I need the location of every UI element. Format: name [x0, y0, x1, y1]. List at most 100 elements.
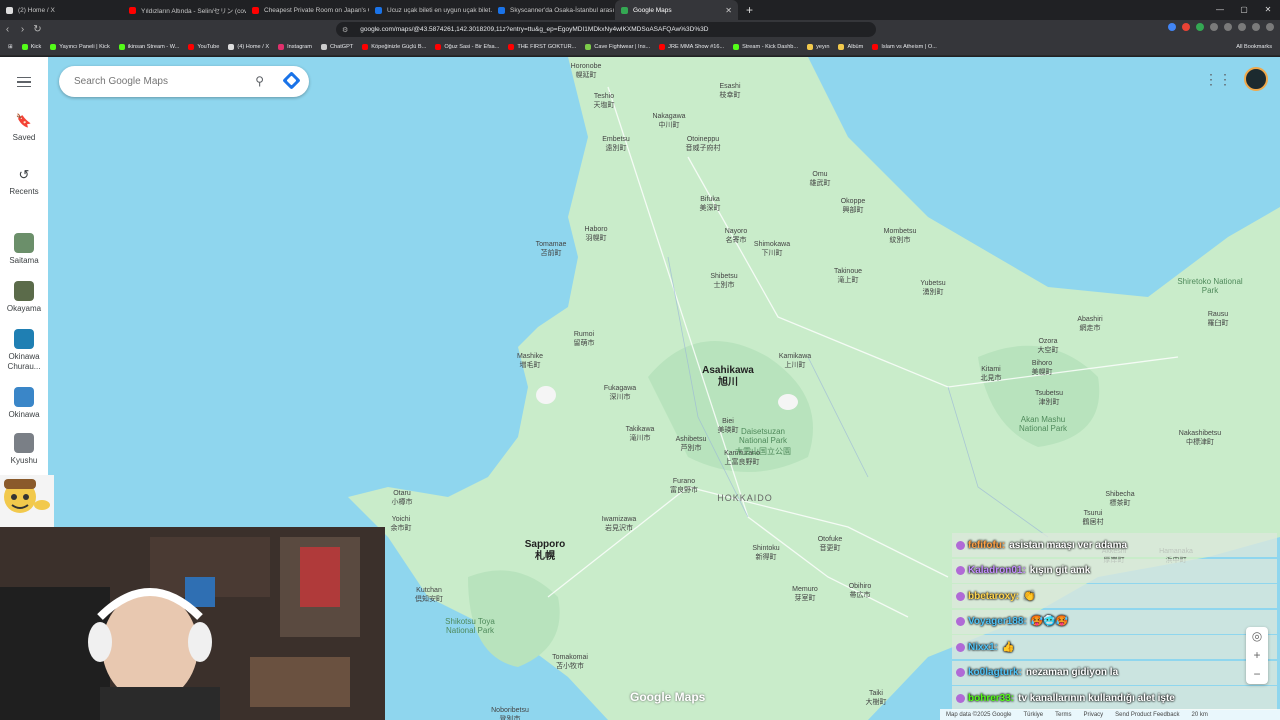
- map-place-label[interactable]: Otaru 小樽市: [392, 489, 413, 507]
- browser-tab[interactable]: (2) Home / X: [0, 0, 123, 20]
- site-info-icon[interactable]: ⚙: [342, 26, 348, 34]
- new-tab-icon[interactable]: +: [746, 3, 753, 17]
- maximize-icon[interactable]: ▢: [1232, 0, 1256, 20]
- map-place-label[interactable]: Nakashibetsu 中標津町: [1179, 429, 1221, 447]
- map-place-label[interactable]: Taiki 大樹町: [866, 689, 887, 707]
- sidebar-item[interactable]: Saitama: [0, 233, 48, 266]
- extension-icon[interactable]: [1182, 23, 1190, 31]
- attribution-link[interactable]: Türkiye: [1023, 712, 1043, 718]
- reload-icon[interactable]: ↻: [30, 24, 45, 35]
- forward-icon[interactable]: ›: [15, 24, 30, 35]
- map-place-label[interactable]: Shibetsu 士別市: [710, 272, 737, 290]
- attribution-link[interactable]: Send Product Feedback: [1115, 712, 1179, 718]
- map-place-label[interactable]: Shintoku 新得町: [752, 544, 779, 562]
- sidebar-item[interactable]: Kyushu: [0, 433, 48, 466]
- map-place-label[interactable]: Takikawa 滝川市: [626, 425, 655, 443]
- map-place-label[interactable]: Shibecha 標茶町: [1105, 490, 1134, 508]
- zoom-out-button[interactable]: −: [1246, 665, 1268, 684]
- map-place-label[interactable]: Kamikawa 上川町: [779, 352, 811, 370]
- map-place-label[interactable]: Okoppe 興部町: [841, 197, 866, 215]
- extension-icon[interactable]: [1210, 23, 1218, 31]
- bookmark-item[interactable]: Köpeğinizle Güçlü B...: [362, 44, 426, 50]
- bookmark-item[interactable]: Islam vs Atheism | O...: [872, 44, 937, 50]
- map-place-label[interactable]: Abashiri 網走市: [1077, 315, 1102, 333]
- sidebar-item[interactable]: ↺ Recents: [0, 167, 48, 197]
- bookmark-item[interactable]: Kick: [21, 44, 41, 50]
- bookmark-item[interactable]: ikinsan Stream - W...: [118, 44, 179, 50]
- directions-icon[interactable]: [282, 71, 301, 90]
- map-park-label[interactable]: Shiretoko National Park: [1175, 277, 1245, 295]
- bookmark-item[interactable]: ChatGPT: [320, 44, 353, 50]
- bookmark-item[interactable]: (4) Home / X: [228, 44, 269, 50]
- map-place-label[interactable]: Kutchan 倶知安町: [415, 586, 443, 604]
- extension-icon[interactable]: [1196, 23, 1204, 31]
- map-place-label[interactable]: Omu 雄武町: [810, 170, 831, 188]
- url-text[interactable]: google.com/maps/@43.5874261,142.3018209,…: [360, 26, 708, 33]
- map-place-label[interactable]: Nayoro 名寄市: [725, 227, 748, 245]
- sidebar-item[interactable]: Okinawa: [0, 387, 48, 420]
- map-city-label[interactable]: Sapporo 札幌: [525, 539, 566, 563]
- map-place-label[interactable]: Embetsu 遠別町: [602, 135, 630, 153]
- bookmark-item[interactable]: YouTube: [188, 44, 219, 50]
- browser-tab[interactable]: Yıldızların Altında - Selin/セリン (cover): [123, 0, 246, 20]
- attribution-link[interactable]: Map data ©2025 Google: [946, 712, 1011, 718]
- sidebar-item[interactable]: 🔖 Saved: [0, 113, 48, 143]
- map-place-label[interactable]: Shimokawa 下川町: [754, 240, 790, 258]
- map-place-label[interactable]: Rumoi 留萌市: [574, 330, 595, 348]
- map-place-label[interactable]: Furano 富良野市: [670, 477, 698, 495]
- extension-icon[interactable]: [1224, 23, 1232, 31]
- zoom-in-button[interactable]: +: [1246, 646, 1268, 665]
- sidebar-item[interactable]: Okinawa Churau...: [0, 329, 48, 372]
- bookmark-item[interactable]: THE FIRST GOKTUR...: [508, 44, 576, 50]
- attribution-link[interactable]: Terms: [1055, 712, 1071, 718]
- extension-icon[interactable]: [1266, 23, 1274, 31]
- search-icon[interactable]: ⚲: [255, 74, 264, 88]
- menu-icon[interactable]: [17, 77, 31, 87]
- url-omnibox[interactable]: ⚙ google.com/maps/@43.5874261,142.301820…: [336, 22, 876, 37]
- minimize-icon[interactable]: —: [1208, 0, 1232, 20]
- map-place-label[interactable]: Iwamizawa 岩見沢市: [602, 515, 637, 533]
- map-place-label[interactable]: Ashibetsu 芦別市: [676, 435, 707, 453]
- close-window-icon[interactable]: ✕: [1256, 0, 1280, 20]
- sidebar-item[interactable]: Okayama: [0, 281, 48, 314]
- back-icon[interactable]: ‹: [0, 24, 15, 35]
- map-place-label[interactable]: Ozora 大空町: [1038, 337, 1059, 355]
- browser-tab[interactable]: Ucuz uçak bileti en uygun uçak bilet...: [369, 0, 492, 20]
- map-place-label[interactable]: Tomamae 苫前町: [536, 240, 567, 258]
- bookmarks-apps-icon[interactable]: ⊞: [8, 44, 13, 50]
- account-avatar[interactable]: [1244, 67, 1268, 91]
- map-place-label[interactable]: Haboro 羽幌町: [585, 225, 608, 243]
- apps-grid-icon[interactable]: ⋮⋮: [1204, 71, 1232, 88]
- map-place-label[interactable]: Memuro 芽室町: [792, 585, 818, 603]
- map-place-label[interactable]: Noboribetsu 登別市: [491, 706, 529, 720]
- bookmark-item[interactable]: yeyın: [807, 44, 829, 50]
- map-place-label[interactable]: Kitami 北見市: [981, 365, 1002, 383]
- map-place-label[interactable]: Bihoro 美幌町: [1032, 359, 1053, 377]
- map-place-label[interactable]: Yubetsu 湧別町: [920, 279, 945, 297]
- map-city-label[interactable]: Asahikawa 旭川: [702, 365, 754, 389]
- bookmark-item[interactable]: JRE MMA Show #16...: [659, 44, 724, 50]
- map-park-label[interactable]: Daisetsuzan National Park: [728, 427, 798, 445]
- map-place-label[interactable]: Esashi 枝幸町: [719, 82, 740, 100]
- browser-tab[interactable]: Cheapest Private Room on Japan's C...: [246, 0, 369, 20]
- map-place-label[interactable]: Mashike 増毛町: [517, 352, 543, 370]
- map-park-label[interactable]: Akan Mashu National Park: [1008, 415, 1078, 433]
- extension-icon[interactable]: [1238, 23, 1246, 31]
- map-place-label[interactable]: Otofuke 音更町: [818, 535, 843, 553]
- map-park-label[interactable]: Shikotsu Toya National Park: [435, 617, 505, 635]
- all-bookmarks-button[interactable]: All Bookmarks: [1236, 44, 1272, 50]
- search-box[interactable]: ⚲: [59, 66, 309, 97]
- map-place-label[interactable]: Bifuka 美深町: [700, 195, 721, 213]
- map-place-label[interactable]: Obihiro 帯広市: [849, 582, 872, 600]
- extension-icon[interactable]: [1252, 23, 1260, 31]
- bookmark-item[interactable]: Albüm: [838, 44, 863, 50]
- map-place-label[interactable]: Nakagawa 中川町: [652, 112, 685, 130]
- map-place-label[interactable]: Rausu 羅臼町: [1208, 310, 1229, 328]
- map-place-label[interactable]: Tsubetsu 津別町: [1035, 389, 1063, 407]
- map-place-label[interactable]: Tsurui 鶴居村: [1083, 509, 1104, 527]
- map-place-label[interactable]: Horonobe 幌延町: [571, 62, 602, 80]
- map-place-label[interactable]: Teshio 天塩町: [594, 92, 615, 110]
- browser-tab[interactable]: Skyscanner'da Osaka-İstanbul arası u...: [492, 0, 615, 20]
- my-location-icon[interactable]: ◎: [1246, 627, 1268, 646]
- extension-icon[interactable]: [1168, 23, 1176, 31]
